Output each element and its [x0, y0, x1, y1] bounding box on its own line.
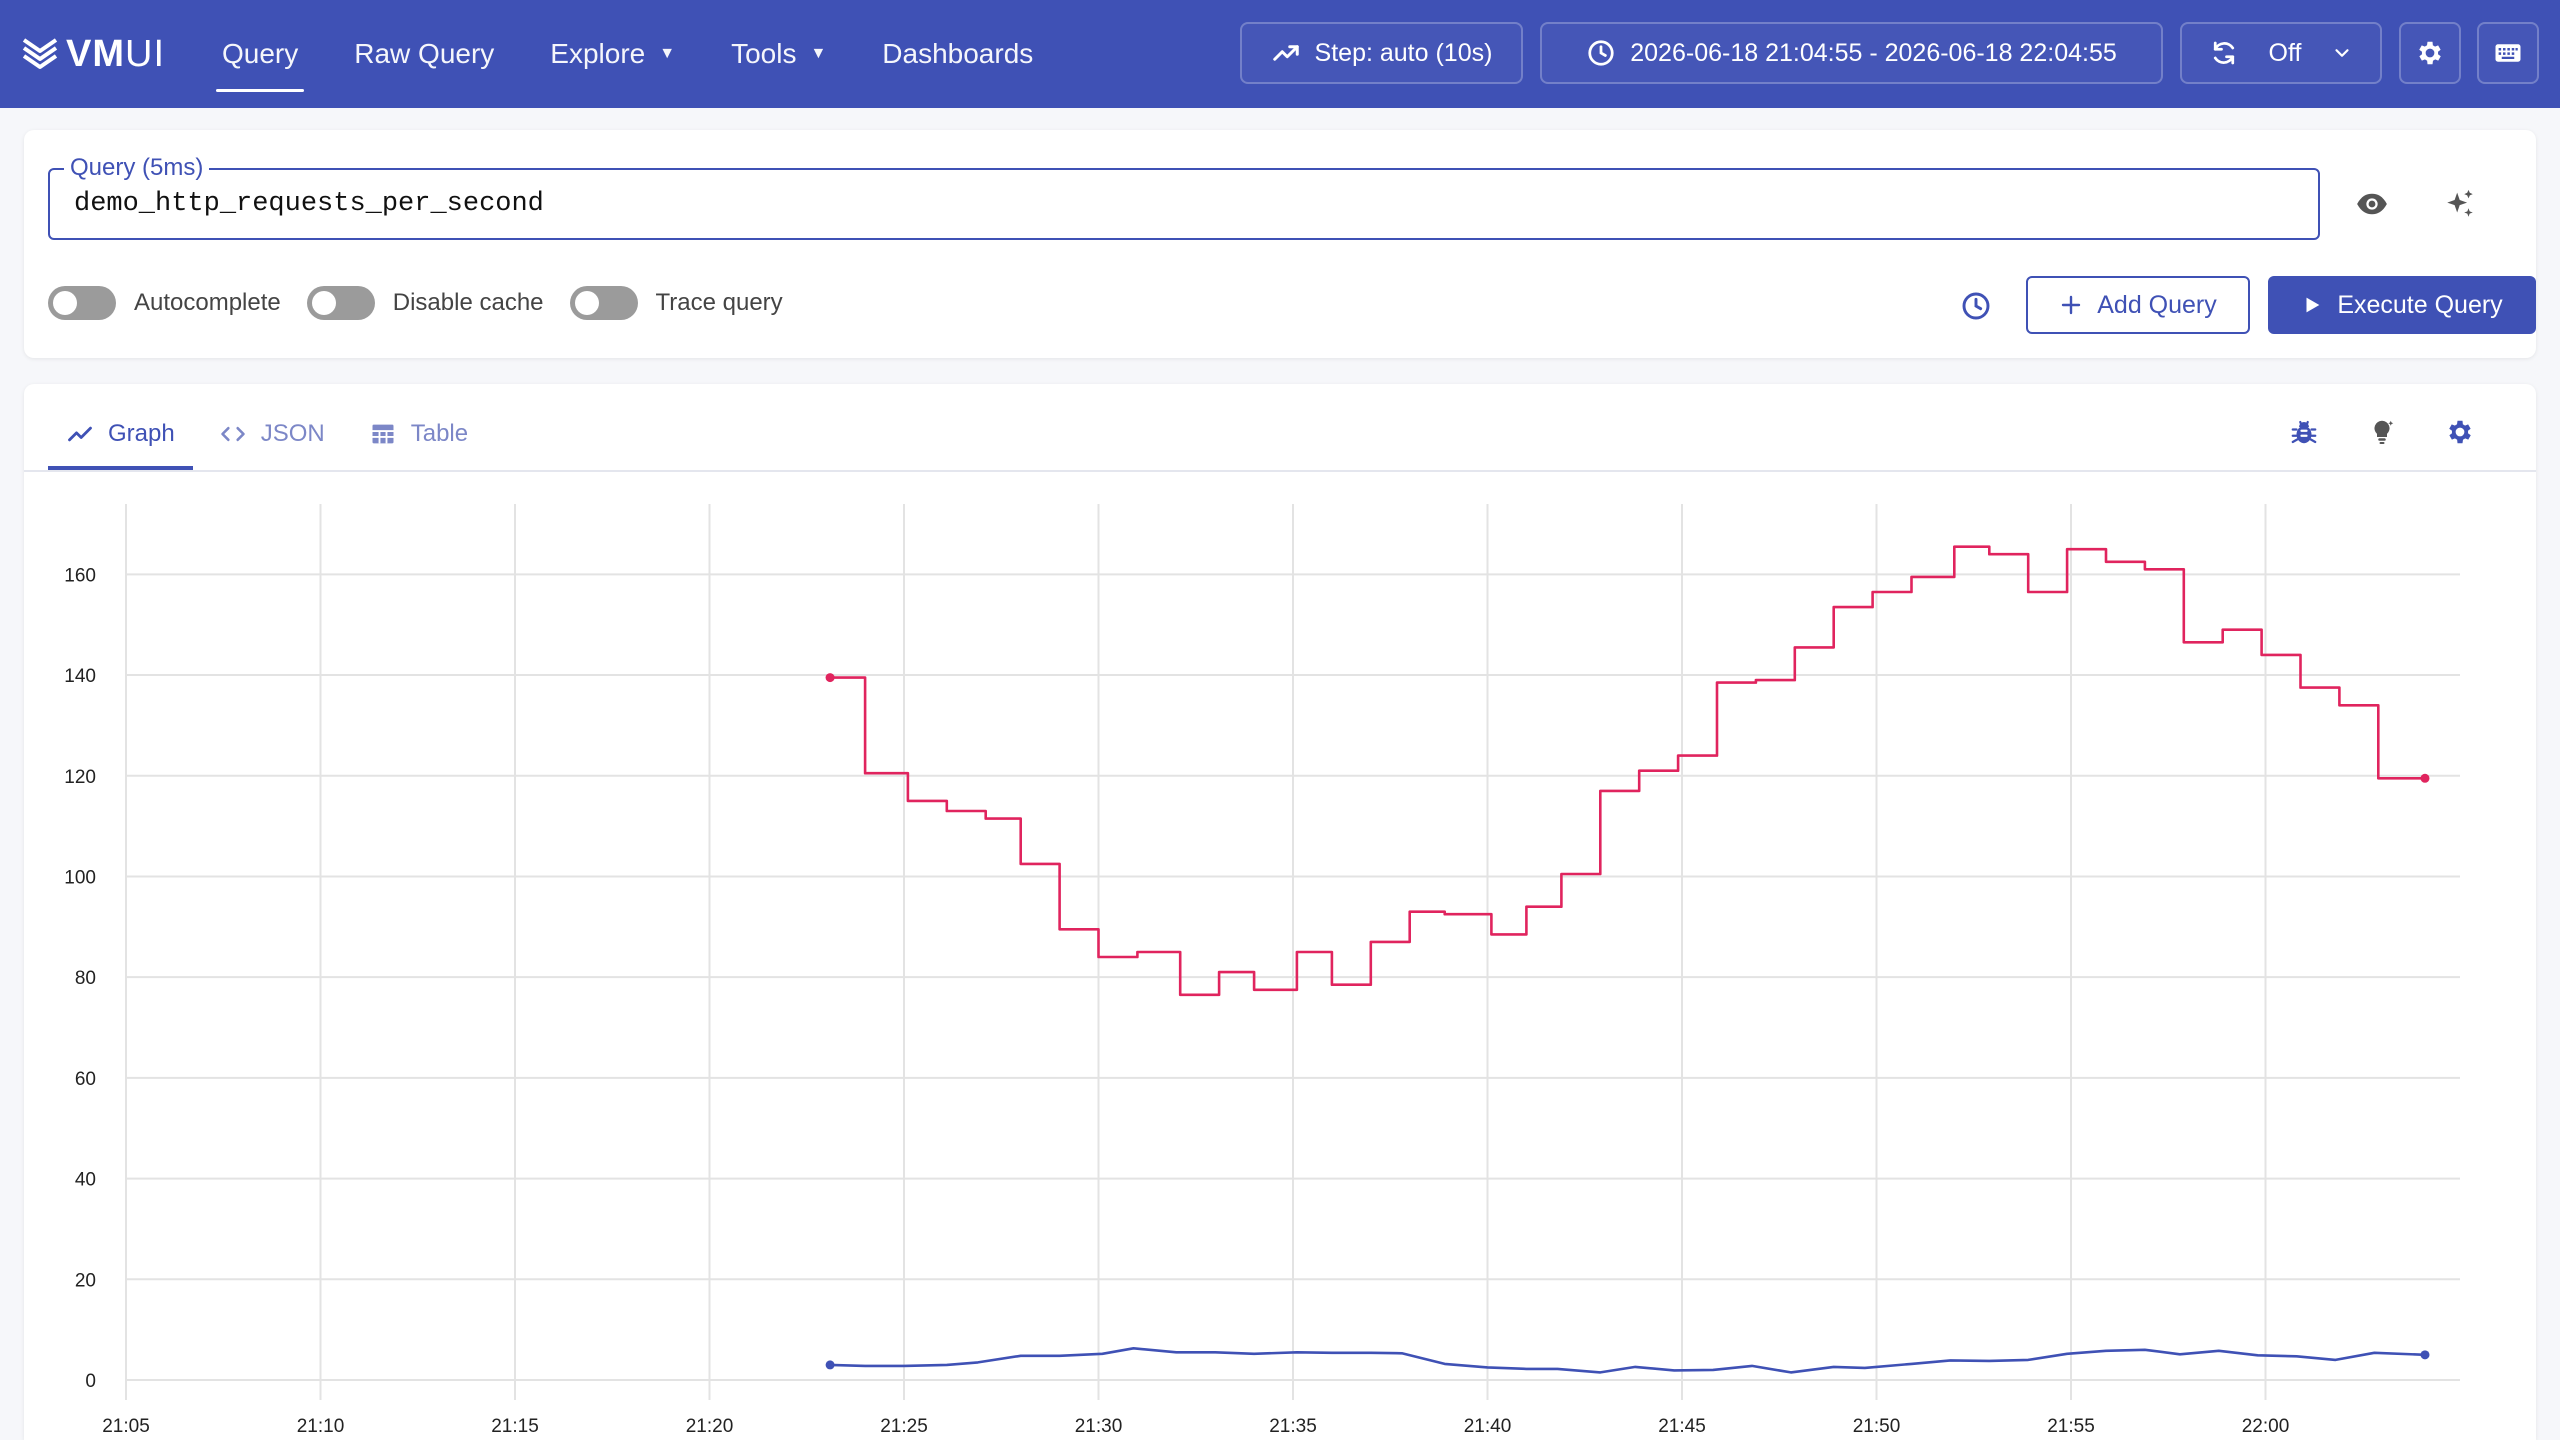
- execute-query-label: Execute Query: [2337, 290, 2503, 319]
- x-tick-label: 22:00: [2242, 1416, 2290, 1437]
- ai-assistant-button[interactable]: [2438, 182, 2482, 226]
- refresh-label: Off: [2268, 38, 2302, 67]
- nav-item-label: Tools: [731, 38, 797, 69]
- y-tick-label: 140: [64, 666, 96, 687]
- y-tick-label: 160: [64, 565, 96, 586]
- toggle-visibility-button[interactable]: [2350, 182, 2394, 226]
- x-tick-label: 21:55: [2047, 1416, 2095, 1437]
- plus-icon: [2062, 295, 2081, 315]
- x-tick-label: 21:45: [1658, 1416, 1706, 1437]
- gear-icon: [2419, 41, 2441, 65]
- toggle-switch[interactable]: [306, 286, 375, 320]
- results-panel: Graph JSON Table 0 20 40 60 80 100 120 140 160 21:0…: [24, 384, 2536, 1440]
- play-icon: [2306, 297, 2320, 313]
- sparkle-icon: [2447, 189, 2473, 217]
- vmui-logo[interactable]: VMUI: [22, 30, 165, 78]
- nav-item-label: Query: [222, 38, 299, 69]
- y-tick-label: 120: [64, 767, 96, 788]
- add-query-button[interactable]: Add Query: [2026, 276, 2250, 334]
- query-panel: Query (5ms) Autocomplete Disable cache Tra…: [24, 130, 2536, 358]
- series-line-0: [830, 545, 2425, 997]
- series-start-point: [825, 673, 835, 683]
- logo-icon: [22, 38, 58, 69]
- x-tick-label: 21:20: [686, 1416, 734, 1437]
- step-label: Step: auto (10s): [1314, 38, 1493, 67]
- refresh-icon: [2213, 41, 2234, 65]
- nav-item-tools[interactable]: Tools ▼: [709, 0, 848, 108]
- x-tick-label: 21:25: [880, 1416, 928, 1437]
- x-tick-label: 21:30: [1075, 1416, 1123, 1437]
- keyboard-icon: [2495, 44, 2521, 62]
- history-icon: [1962, 292, 1990, 320]
- series-end-point: [2420, 773, 2430, 783]
- toggle-label: Trace query: [655, 289, 783, 316]
- x-tick-label: 21:15: [491, 1416, 539, 1437]
- toggle-disable-cache[interactable]: Disable cache: [306, 286, 544, 320]
- caret-down-icon: ▼: [810, 45, 827, 62]
- series-line-1: [830, 1347, 2426, 1374]
- logo-text: VMUI: [66, 32, 165, 75]
- main-nav: Query Raw Query Explore ▼ Tools ▼ Dashboards: [200, 0, 1067, 108]
- series-start-point: [825, 1360, 835, 1370]
- time-series-chart[interactable]: 0 20 40 60 80 100 120 140 160 21:05 21:10 21:15 21:2…: [24, 384, 2536, 1440]
- toggle-autocomplete[interactable]: Autocomplete: [48, 286, 281, 320]
- nav-item-explore[interactable]: Explore ▼: [528, 0, 697, 108]
- execute-query-button[interactable]: Execute Query: [2268, 276, 2536, 334]
- y-tick-label: 0: [85, 1371, 96, 1392]
- y-tick-label: 80: [75, 968, 96, 989]
- y-tick-label: 20: [75, 1270, 96, 1291]
- time-range-button[interactable]: 2026-06-18 21:04:55 - 2026-06-18 22:04:5…: [1540, 22, 2163, 84]
- x-tick-label: 21:10: [297, 1416, 345, 1437]
- query-field: Query (5ms): [48, 154, 2320, 240]
- nav-item-dashboards[interactable]: Dashboards: [860, 0, 1055, 108]
- auto-refresh-button[interactable]: Off: [2180, 22, 2382, 84]
- nav-item-query[interactable]: Query: [200, 0, 320, 108]
- keyboard-shortcuts-button[interactable]: [2477, 22, 2539, 84]
- eye-icon: [2357, 193, 2387, 215]
- y-tick-label: 60: [75, 1069, 96, 1090]
- chevron-down-icon: [2335, 49, 2350, 57]
- toggle-label: Autocomplete: [134, 289, 281, 316]
- top-bar: VMUI Query Raw Query Explore ▼ Tools ▼ Dashboa…: [0, 0, 2560, 108]
- settings-button[interactable]: [2399, 22, 2461, 84]
- y-tick-label: 100: [64, 867, 96, 888]
- time-range-label: 2026-06-18 21:04:55 - 2026-06-18 22:04:5…: [1630, 38, 2117, 67]
- nav-item-label: Raw Query: [354, 38, 495, 69]
- x-tick-label: 21:50: [1853, 1416, 1901, 1437]
- nav-item-label: Dashboards: [882, 38, 1034, 69]
- query-history-button[interactable]: [1956, 286, 1996, 326]
- caret-down-icon: ▼: [659, 45, 676, 62]
- series-end-point: [2420, 1350, 2430, 1360]
- x-tick-label: 21:40: [1464, 1416, 1512, 1437]
- nav-item-label: Explore: [550, 38, 646, 69]
- y-tick-label: 40: [75, 1170, 96, 1191]
- query-input[interactable]: [74, 170, 2294, 238]
- toggle-trace-query[interactable]: Trace query: [569, 286, 783, 320]
- nav-item-raw-query[interactable]: Raw Query: [332, 0, 516, 108]
- clock-icon: [1588, 40, 1614, 66]
- x-tick-label: 21:05: [102, 1416, 150, 1437]
- toggle-switch[interactable]: [569, 286, 638, 320]
- add-query-label: Add Query: [2097, 290, 2217, 319]
- toggle-switch[interactable]: [48, 286, 116, 320]
- x-tick-label: 21:35: [1269, 1416, 1317, 1437]
- query-options: Autocomplete Disable cache Trace query: [48, 286, 809, 320]
- toggle-label: Disable cache: [392, 289, 544, 316]
- trend-icon: [1272, 45, 1299, 61]
- step-button[interactable]: Step: auto (10s): [1240, 22, 1523, 84]
